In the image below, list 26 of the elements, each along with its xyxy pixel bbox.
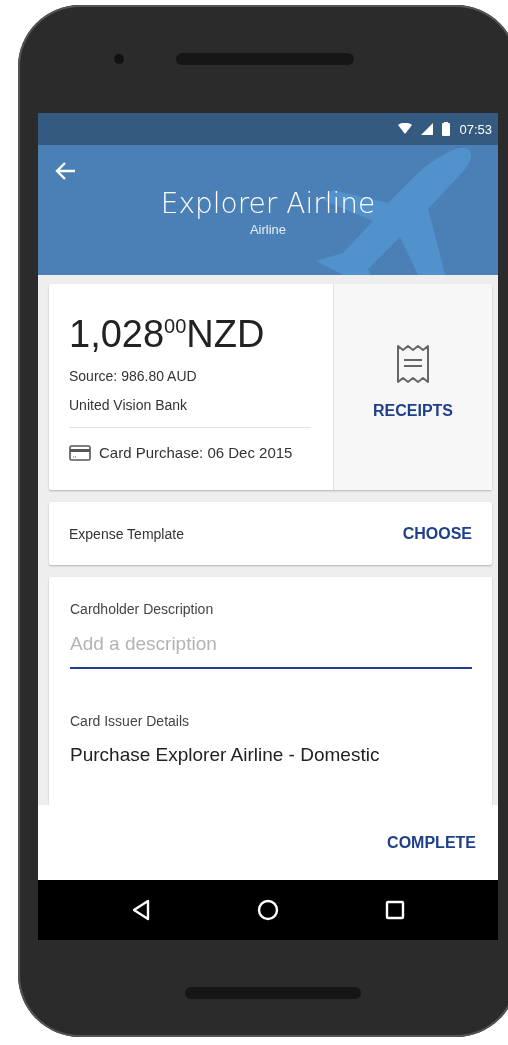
status-time: 07:53 — [459, 121, 492, 137]
complete-button[interactable]: COMPLETE — [387, 833, 476, 852]
field-label: Card Issuer Details — [70, 713, 191, 729]
signal-icon — [421, 123, 434, 135]
battery-icon — [442, 122, 451, 136]
merchant-category: Airline — [249, 222, 287, 237]
credit-card-icon — [69, 444, 91, 461]
issuer-details-text: Purchase Explorer Airline - Domestic — [70, 744, 381, 766]
wifi-icon — [398, 123, 413, 135]
camera-dot — [114, 54, 124, 64]
purchase-date: Card Purchase: 06 Dec 2015 — [99, 444, 293, 461]
receipts-button[interactable]: RECEIPTS — [334, 284, 492, 490]
recents-nav-button[interactable] — [383, 898, 407, 922]
circle-home-icon — [257, 899, 279, 921]
receipt-icon — [396, 344, 430, 384]
expense-template-label: Expense Template — [69, 525, 184, 542]
back-arrow-icon — [54, 161, 76, 181]
bank-name: United Vision Bank — [69, 397, 189, 413]
choose-button[interactable]: CHOOSE — [402, 524, 472, 543]
field-label: Cardholder Description — [70, 601, 215, 617]
home-nav-button[interactable] — [255, 897, 281, 923]
square-recents-icon — [385, 900, 405, 920]
amount-text: 1,028$^{00}$NZD — [69, 312, 266, 356]
source-amount: Source: 986.80 AUD — [69, 368, 198, 384]
triangle-back-icon — [131, 899, 151, 921]
merchant-title: Explorer Airline — [160, 187, 376, 220]
